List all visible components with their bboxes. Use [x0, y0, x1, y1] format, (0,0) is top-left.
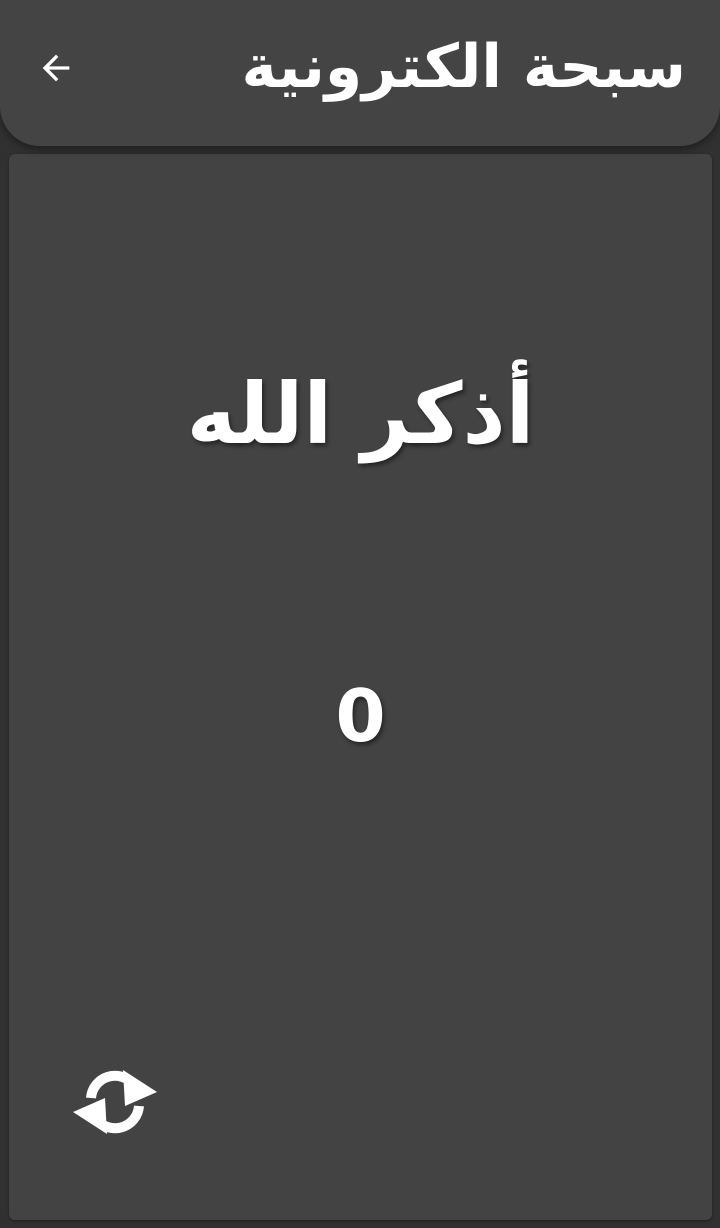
app-root: سبحة الكترونية أذكر الله 0: [0, 0, 720, 1228]
arrow-left-icon: [36, 48, 76, 92]
refresh-icon: [67, 1054, 163, 1154]
dhikr-text[interactable]: أذكر الله: [9, 349, 712, 479]
count-display: 0: [335, 674, 386, 758]
reset-button[interactable]: [67, 1056, 163, 1152]
app-bar: سبحة الكترونية: [0, 0, 720, 146]
back-button[interactable]: [26, 40, 86, 100]
tasbih-card[interactable]: أذكر الله 0: [9, 154, 712, 1220]
page-title: سبحة الكترونية: [241, 32, 686, 102]
